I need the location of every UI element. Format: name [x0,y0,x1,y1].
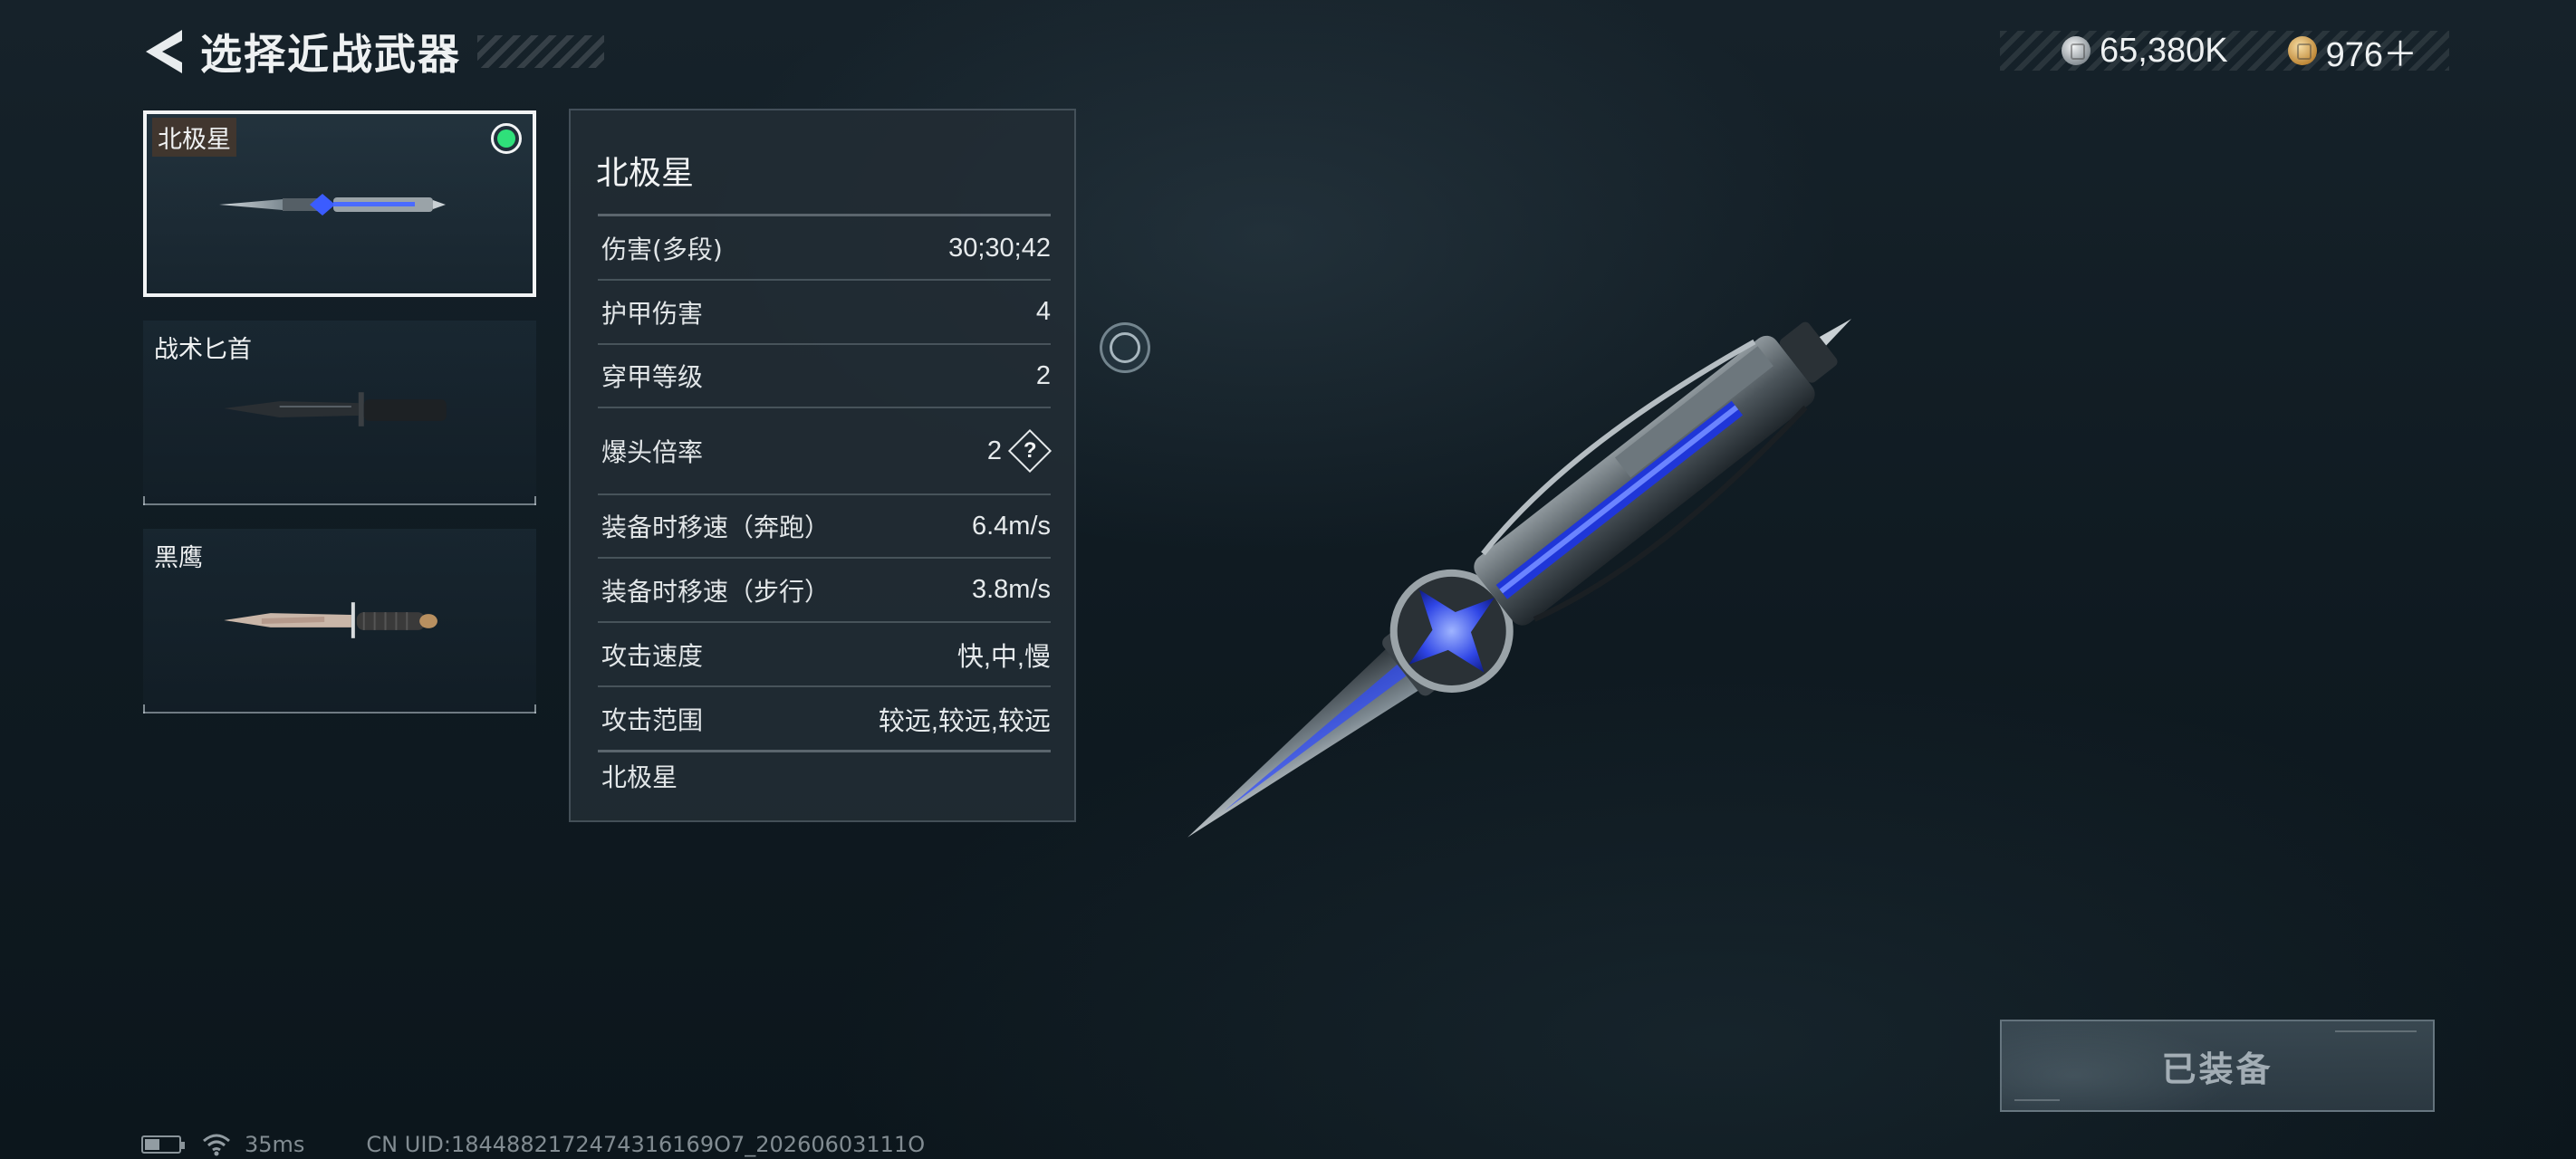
help-icon-glyph: ? [1023,437,1037,463]
ping-value: 35ms [245,1132,305,1157]
back-button[interactable] [140,24,187,79]
stat-row-attack-speed: 攻击速度 快,中,慢 [598,623,1051,687]
silver-value: 65,380K [2100,31,2228,70]
stat-value: 6.4m/s [971,511,1051,541]
weapon-model-polaris[interactable] [1060,308,1929,887]
stat-row-penetration: 穿甲等级 2 [598,345,1051,408]
stats-footer: 北极星 [601,762,678,792]
stat-row-armor-damage: 护甲伤害 4 [598,281,1051,345]
stat-value: 较远,较远,较远 [878,706,1051,736]
battery-icon [141,1135,185,1154]
equip-button[interactable]: 已装备 [2000,1020,2435,1112]
equipped-check-icon [491,123,522,154]
page-title: 选择近战武器 [200,30,461,79]
currency-bar: 65,380K 976＋ [2000,31,2449,74]
back-arrow-icon [146,30,182,73]
stats-footer-row: 北极星 [598,744,1051,808]
stat-value: 4 [1035,297,1051,326]
stat-label: 穿甲等级 [601,362,704,392]
stat-label: 攻击范围 [601,704,704,735]
help-icon[interactable]: ? [1007,428,1053,474]
divider [598,214,1051,216]
stat-value: 3.8m/s [971,575,1051,604]
stat-row-run-speed: 装备时移速（奔跑） 6.4m/s [598,495,1051,559]
wifi-icon [203,1134,230,1156]
stat-value-wrap: 2 ? [986,428,1053,474]
silver-coin-icon [2062,36,2091,65]
stats-panel: 北极星 伤害(多段) 30;30;42 护甲伤害 4 穿甲等级 2 爆头倍率 2… [569,109,1076,822]
weapon-name: 黑鹰 [154,544,203,572]
stat-label: 装备时移速（步行） [601,576,831,607]
gold-value: 976＋ [2325,35,2417,74]
stat-label: 爆头倍率 [601,437,704,467]
stat-value: 快,中,慢 [956,642,1051,672]
weapon-card-black-hawk[interactable]: 黑鹰 [143,529,536,714]
button-decoration [2335,1030,2417,1041]
stat-label: 伤害(多段) [601,235,723,264]
gold-currency[interactable]: 976＋ [2287,26,2417,76]
stat-row-walk-speed: 装备时移速（步行） 3.8m/s [598,559,1051,623]
status-bar: 35ms CN UID:1844882172474316169O7_202606… [141,1132,925,1157]
stat-row-damage: 伤害(多段) 30;30;42 [598,217,1051,281]
stat-value: 2 [986,436,1002,465]
weapon-card-polaris[interactable]: 北极星 [143,110,536,297]
title-decoration [477,35,604,68]
stat-label: 装备时移速（奔跑） [601,512,831,542]
stat-row-attack-range: 攻击范围 较远,较远,较远 [598,687,1051,752]
stat-value: 2 [1035,360,1051,390]
weapon-list: 北极星 战术匕首 黑鹰 [143,110,536,737]
button-decoration [2014,1096,2060,1101]
header: 选择近战武器 [140,20,604,83]
silver-currency[interactable]: 65,380K [2062,32,2228,71]
stat-label: 护甲伤害 [601,298,704,329]
stat-label: 攻击速度 [601,640,704,671]
weapon-name: 北极星 [152,118,236,157]
gold-coin-icon [2287,36,2317,65]
user-uid: CN UID:1844882172474316169O7_20260603111… [366,1132,926,1157]
weapon-name: 战术匕首 [154,336,252,364]
stats-title: 北极星 [596,155,695,192]
stat-row-headshot: 爆头倍率 2 ? [598,408,1053,495]
stat-value: 30;30;42 [948,233,1051,263]
weapon-card-tactical-dagger[interactable]: 战术匕首 [143,321,536,505]
equip-button-label: 已装备 [2161,1049,2273,1089]
